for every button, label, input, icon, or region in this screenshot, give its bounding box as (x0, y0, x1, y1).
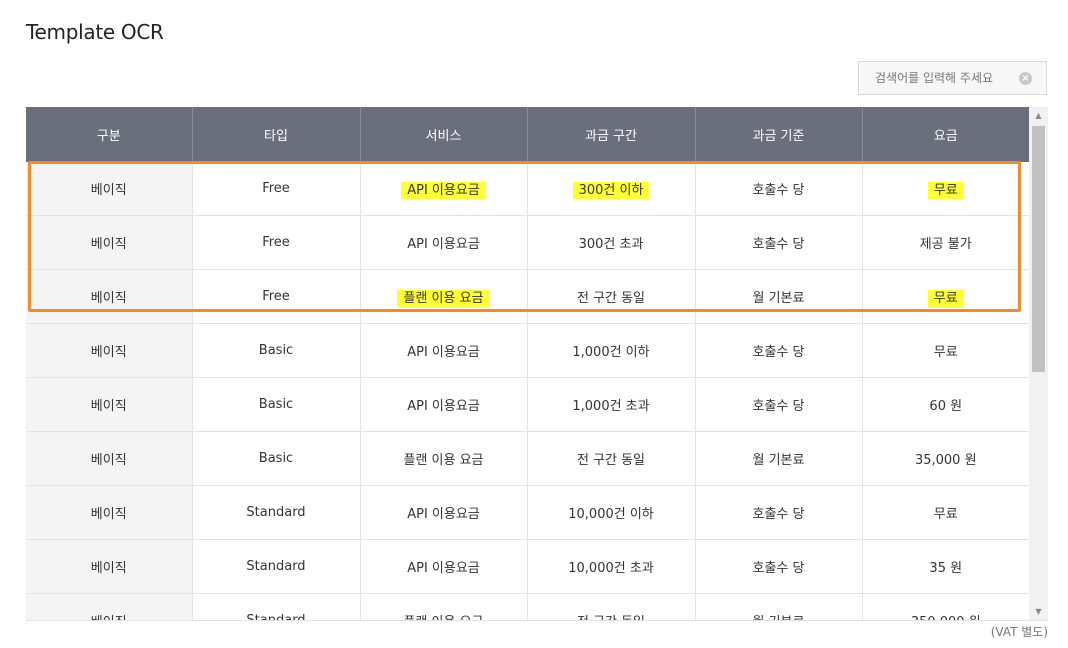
table-cell: 무료 (862, 162, 1029, 216)
table-row: 베이직 Free API 이용요금 300건 초과 호출수 당 제공 불가 (26, 215, 1029, 270)
table-cell: 호출수 당 (695, 539, 863, 594)
table-cell: 호출수 당 (695, 323, 863, 378)
table-cell: 무료 (862, 269, 1029, 324)
table-cell: 플랜 이용 요금 (360, 593, 528, 620)
table-cell: API 이용요금 (360, 485, 528, 540)
table-cell: 월 기본료 (695, 593, 863, 620)
table-cell: 35,000 원 (862, 431, 1029, 486)
table-cell: 베이직 (26, 323, 193, 378)
column-header: 과금 구간 (527, 107, 696, 162)
highlighted-text: 플랜 이용 요금 (397, 290, 490, 307)
clear-circle-icon[interactable]: × (1019, 72, 1032, 85)
table-cell: API 이용요금 (360, 162, 528, 216)
table-cell: API 이용요금 (360, 323, 528, 378)
table-row: 베이직 Basic API 이용요금 1,000건 초과 호출수 당 60 원 (26, 377, 1029, 432)
column-header: 과금 기준 (695, 107, 863, 162)
highlighted-text: API 이용요금 (401, 182, 486, 199)
table-cell: 플랜 이용 요금 (360, 431, 528, 486)
table-cell: 월 기본료 (695, 431, 863, 486)
table-cell: 300건 이하 (527, 162, 696, 216)
column-header: 구분 (26, 107, 193, 162)
table-cell: 호출수 당 (695, 215, 863, 270)
table-cell: 전 구간 동일 (527, 431, 696, 486)
pricing-table-container: 구분 타입 서비스 과금 구간 과금 기준 요금 베이직 Free API 이용… (26, 107, 1048, 621)
table-cell: 10,000건 이하 (527, 485, 696, 540)
arrow-up-icon[interactable]: ▲ (1029, 107, 1048, 124)
page-title: Template OCR (26, 20, 164, 44)
arrow-down-icon[interactable]: ▼ (1029, 603, 1048, 620)
highlighted-text: 무료 (927, 290, 964, 307)
table-row: 베이직 Basic 플랜 이용 요금 전 구간 동일 월 기본료 35,000 … (26, 431, 1029, 486)
search-input[interactable] (875, 71, 1015, 85)
table-row: 베이직 Free API 이용요금 300건 이하 호출수 당 무료 (26, 162, 1029, 216)
table-cell: 호출수 당 (695, 162, 863, 216)
table-row: 베이직 Standard API 이용요금 10,000건 이하 호출수 당 무… (26, 485, 1029, 540)
column-header: 서비스 (360, 107, 528, 162)
table-cell: 무료 (862, 485, 1029, 540)
table-cell: 10,000건 초과 (527, 539, 696, 594)
table-cell: 베이직 (26, 539, 193, 594)
table-cell: Free (192, 215, 361, 270)
table-cell: 베이직 (26, 215, 193, 270)
table-cell: 호출수 당 (695, 485, 863, 540)
table-cell: Standard (192, 539, 361, 594)
table-cell: API 이용요금 (360, 539, 528, 594)
table-cell: API 이용요금 (360, 377, 528, 432)
table-cell: 전 구간 동일 (527, 269, 696, 324)
table-cell: Free (192, 269, 361, 324)
table-cell: 무료 (862, 323, 1029, 378)
table-cell: 1,000건 이하 (527, 323, 696, 378)
table-cell: 베이직 (26, 431, 193, 486)
table-cell: 300건 초과 (527, 215, 696, 270)
highlighted-text: 무료 (927, 182, 964, 199)
table-cell: 350,000 원 (862, 593, 1029, 620)
table-cell: 60 원 (862, 377, 1029, 432)
table-cell: 1,000건 초과 (527, 377, 696, 432)
table-row: 베이직 Standard API 이용요금 10,000건 초과 호출수 당 3… (26, 539, 1029, 594)
table-cell: 베이직 (26, 269, 193, 324)
table-cell: 월 기본료 (695, 269, 863, 324)
table-cell: Free (192, 162, 361, 216)
table-row: 베이직 Free 플랜 이용 요금 전 구간 동일 월 기본료 무료 (26, 269, 1029, 324)
column-header: 타입 (192, 107, 361, 162)
pricing-table: 구분 타입 서비스 과금 구간 과금 기준 요금 베이직 Free API 이용… (26, 107, 1029, 620)
table-row: 베이직 Standard 플랜 이용 요금 전 구간 동일 월 기본료 350,… (26, 593, 1029, 620)
scrollbar-thumb[interactable] (1032, 126, 1045, 372)
table-cell: API 이용요금 (360, 215, 528, 270)
table-cell: 제공 불가 (862, 215, 1029, 270)
table-cell: 호출수 당 (695, 377, 863, 432)
table-cell: Basic (192, 323, 361, 378)
table-cell: 베이직 (26, 485, 193, 540)
table-header-row: 구분 타입 서비스 과금 구간 과금 기준 요금 (26, 107, 1029, 162)
vertical-scrollbar[interactable]: ▲ ▼ (1029, 107, 1048, 620)
highlighted-text: 300건 이하 (572, 182, 650, 199)
table-cell: 베이직 (26, 593, 193, 620)
vat-note: (VAT 별도) (990, 625, 1048, 639)
table-cell: 베이직 (26, 377, 193, 432)
table-cell: 전 구간 동일 (527, 593, 696, 620)
table-cell: 플랜 이용 요금 (360, 269, 528, 324)
table-cell: Standard (192, 485, 361, 540)
table-cell: Standard (192, 593, 361, 620)
table-row: 베이직 Basic API 이용요금 1,000건 이하 호출수 당 무료 (26, 323, 1029, 378)
table-cell: 베이직 (26, 162, 193, 216)
column-header: 요금 (862, 107, 1029, 162)
search-box[interactable]: × (858, 61, 1047, 95)
table-cell: 35 원 (862, 539, 1029, 594)
table-cell: Basic (192, 431, 361, 486)
table-cell: Basic (192, 377, 361, 432)
